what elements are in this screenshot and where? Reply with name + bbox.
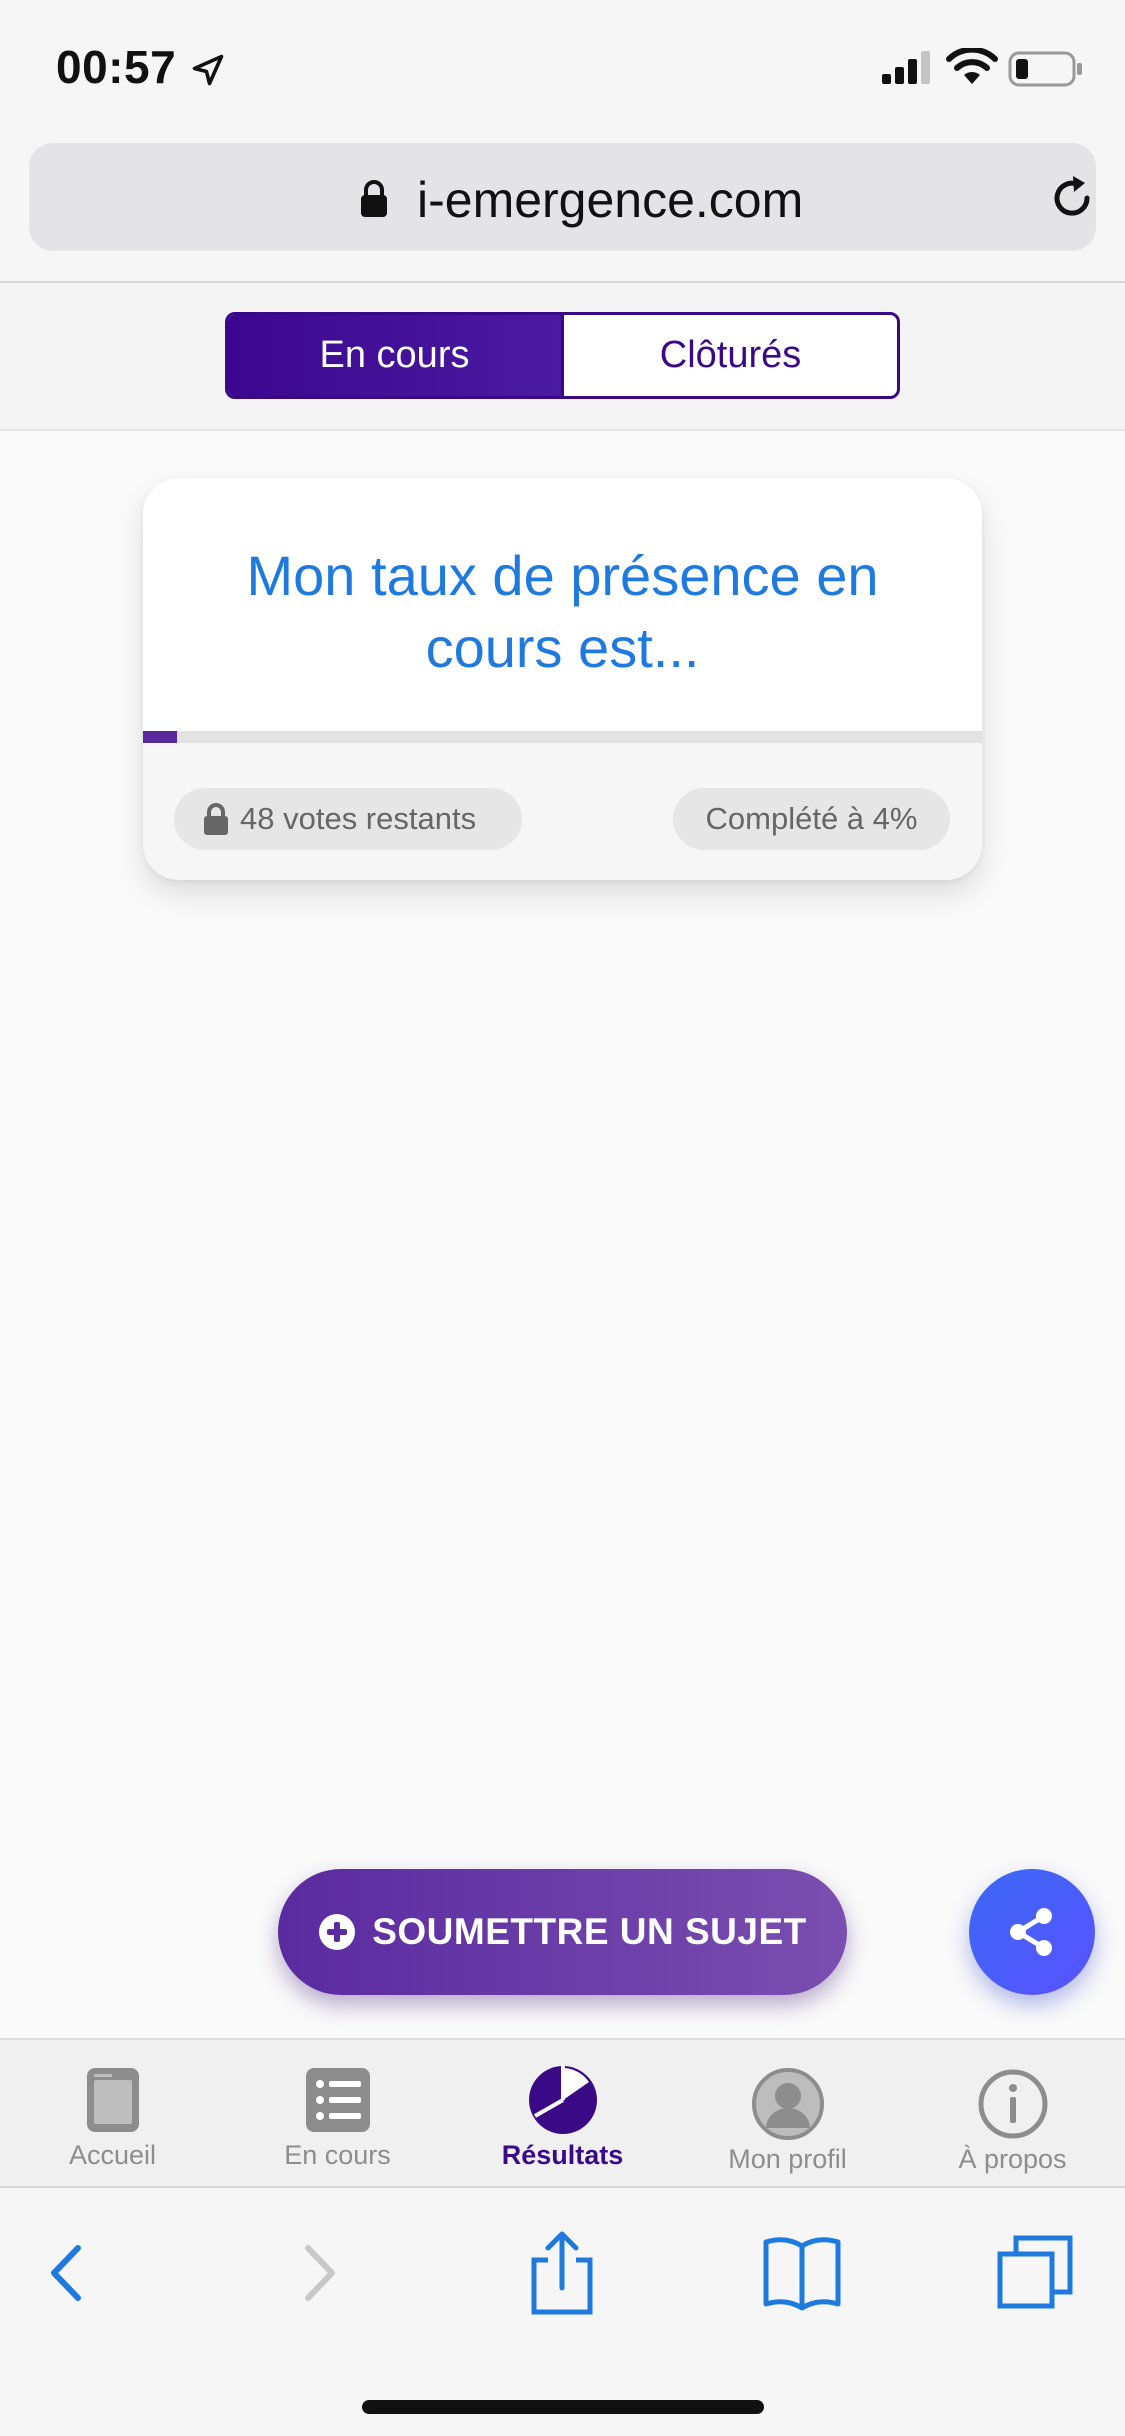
segmented-control: En cours Clôturés <box>225 312 900 399</box>
tab-label: À propos <box>958 2144 1067 2174</box>
lock-icon <box>204 803 228 835</box>
tab-label: En cours <box>284 2140 391 2170</box>
tab-label: Résultats <box>501 2140 624 2170</box>
progress-bar <box>143 731 982 743</box>
status-time: 00:57 <box>56 41 177 93</box>
wifi-icon <box>946 48 998 84</box>
home-indicator <box>362 2400 764 2414</box>
tab-en-cours[interactable]: En cours <box>225 2040 450 2188</box>
location-arrow-icon <box>192 54 224 86</box>
poll-title: Mon taux de présence en cours est... <box>246 544 879 679</box>
submit-topic-label: SOUMETTRE UN SUJET <box>372 1911 807 1952</box>
segment-area: En cours Clôturés <box>0 283 1125 431</box>
home-tablet-icon <box>86 2068 139 2132</box>
card-footer: 48 votes restants Complété à 4% <box>143 743 982 880</box>
address-bar[interactable]: i-emergence.com <box>29 143 1096 251</box>
tabs-icon[interactable] <box>996 2230 1076 2316</box>
url-text: i-emergence.com <box>417 172 804 228</box>
tab-accueil[interactable]: Accueil <box>0 2040 225 2188</box>
reload-icon[interactable] <box>1047 173 1097 223</box>
bottom-tab-bar: Accueil En cours Résultats Mon profil À … <box>0 2038 1125 2186</box>
pie-chart-icon <box>528 2066 597 2134</box>
poll-card[interactable]: Mon taux de présence en cours est... 48 … <box>143 478 982 880</box>
tab-a-propos[interactable]: À propos <box>900 2040 1125 2188</box>
share-upload-icon[interactable] <box>522 2230 602 2316</box>
tab-resultats[interactable]: Résultats <box>450 2040 675 2188</box>
list-icon <box>305 2068 370 2132</box>
battery-icon <box>1008 51 1082 87</box>
info-icon <box>978 2069 1047 2139</box>
lock-icon <box>361 180 387 217</box>
back-icon[interactable] <box>30 2230 110 2316</box>
status-bar: 00:57 <box>0 0 1125 135</box>
safari-toolbar <box>0 2186 1125 2436</box>
user-icon <box>751 2068 824 2140</box>
submit-topic-button[interactable]: SOUMETTRE UN SUJET <box>278 1869 847 1995</box>
share-icon <box>1010 1908 1052 1956</box>
votes-remaining-text: 48 votes restants <box>240 801 477 836</box>
forward-icon[interactable] <box>276 2230 356 2316</box>
segment-clotures[interactable]: Clôturés <box>561 315 897 396</box>
bookmarks-icon[interactable] <box>762 2230 842 2316</box>
tab-label: Accueil <box>68 2140 157 2170</box>
signal-icon <box>882 51 930 84</box>
tab-mon-profil[interactable]: Mon profil <box>675 2040 900 2188</box>
tab-label: Mon profil <box>728 2144 847 2174</box>
progress-fill <box>143 731 177 743</box>
plus-circle-icon <box>319 1914 356 1950</box>
segment-en-cours[interactable]: En cours <box>228 315 561 396</box>
browser-url-area: i-emergence.com <box>0 135 1125 283</box>
completion-badge: Complété à 4% <box>673 788 950 850</box>
share-button[interactable] <box>969 1869 1095 1995</box>
votes-remaining-badge: 48 votes restants <box>174 788 522 850</box>
